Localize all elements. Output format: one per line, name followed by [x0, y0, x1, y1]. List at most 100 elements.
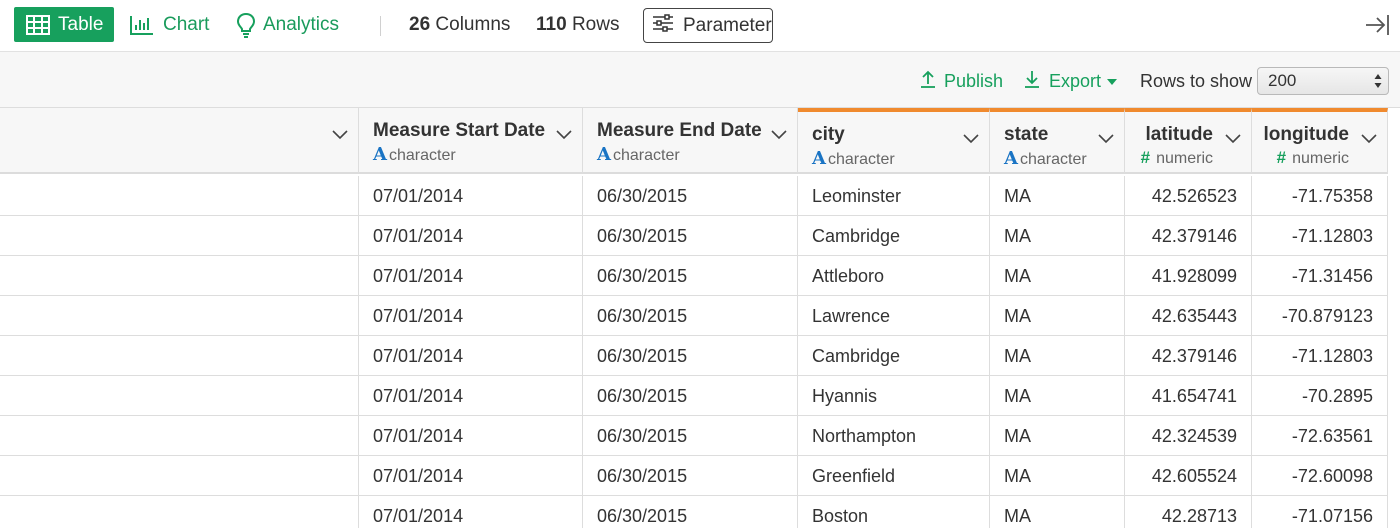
- column-menu-chevron-icon[interactable]: [332, 124, 348, 145]
- column-header[interactable]: city Acharacter: [798, 108, 990, 174]
- table-cell[interactable]: -70.2895: [1252, 376, 1388, 416]
- table-cell[interactable]: [0, 456, 359, 496]
- download-icon: [1024, 70, 1040, 93]
- chart-view-button[interactable]: Chart: [130, 7, 209, 42]
- table-cell[interactable]: Leominster: [798, 176, 990, 216]
- table-cell[interactable]: Cambridge: [798, 336, 990, 376]
- column-name: Measure End Date: [597, 120, 762, 141]
- table-cell[interactable]: 06/30/2015: [583, 416, 798, 456]
- table-cell[interactable]: Greenfield: [798, 456, 990, 496]
- select-arrows-icon: [1374, 74, 1382, 88]
- column-menu-chevron-icon[interactable]: [556, 124, 572, 145]
- table-cell[interactable]: -71.31456: [1252, 256, 1388, 296]
- character-type-icon: A: [1004, 148, 1018, 169]
- table-cell[interactable]: [0, 176, 359, 216]
- table-cell[interactable]: Cambridge: [798, 216, 990, 256]
- table-cell[interactable]: MA: [990, 336, 1125, 376]
- table-cell[interactable]: 06/30/2015: [583, 496, 798, 528]
- export-label: Export: [1049, 71, 1102, 91]
- column-menu-chevron-icon[interactable]: [1361, 128, 1377, 149]
- table-cell[interactable]: [0, 496, 359, 528]
- column-header[interactable]: longitude # numeric: [1252, 108, 1388, 174]
- table-cell[interactable]: [0, 376, 359, 416]
- table-cell[interactable]: 07/01/2014: [359, 216, 583, 256]
- bar-chart-icon: [130, 15, 154, 35]
- table-cell[interactable]: MA: [990, 176, 1125, 216]
- table-cell[interactable]: -71.12803: [1252, 336, 1388, 376]
- column-menu-chevron-icon[interactable]: [771, 124, 787, 145]
- rows-count: 110 Rows: [536, 14, 620, 35]
- table-cell[interactable]: 06/30/2015: [583, 216, 798, 256]
- table-cell[interactable]: 06/30/2015: [583, 456, 798, 496]
- column-menu-chevron-icon[interactable]: [1225, 128, 1241, 149]
- table-cell[interactable]: 07/01/2014: [359, 376, 583, 416]
- table-cell[interactable]: [0, 416, 359, 456]
- table-cell[interactable]: 07/01/2014: [359, 336, 583, 376]
- table-cell[interactable]: MA: [990, 256, 1125, 296]
- table-cell[interactable]: 06/30/2015: [583, 336, 798, 376]
- table-cell[interactable]: 42.324539: [1125, 416, 1252, 456]
- table-cell[interactable]: Northampton: [798, 416, 990, 456]
- column-type-label: numeric: [1156, 150, 1213, 167]
- table-cell[interactable]: MA: [990, 456, 1125, 496]
- table-cell[interactable]: 06/30/2015: [583, 256, 798, 296]
- table-cell[interactable]: [0, 296, 359, 336]
- table-cell[interactable]: 06/30/2015: [583, 296, 798, 336]
- table-cell[interactable]: -71.75358: [1252, 176, 1388, 216]
- table-cell[interactable]: Hyannis: [798, 376, 990, 416]
- table-cell[interactable]: 07/01/2014: [359, 256, 583, 296]
- chart-view-label: Chart: [163, 13, 210, 35]
- character-type-icon: A: [597, 144, 611, 165]
- table-cell[interactable]: 07/01/2014: [359, 416, 583, 456]
- caret-down-icon: [1107, 78, 1118, 85]
- table-cell[interactable]: 42.28713: [1125, 496, 1252, 528]
- column-menu-chevron-icon[interactable]: [963, 128, 979, 149]
- table-cell[interactable]: MA: [990, 296, 1125, 336]
- column-header[interactable]: Measure Start Date Acharacter: [359, 108, 583, 174]
- table-cell[interactable]: 07/01/2014: [359, 456, 583, 496]
- rows-to-show-label: Rows to show: [1140, 71, 1253, 91]
- column-header[interactable]: [0, 108, 359, 174]
- table-cell[interactable]: 42.379146: [1125, 216, 1252, 256]
- table-cell[interactable]: [0, 216, 359, 256]
- table-cell[interactable]: 07/01/2014: [359, 496, 583, 528]
- top-bar: Table Chart Analytics 26 Columns 110 Row…: [0, 0, 1400, 52]
- table-cell[interactable]: 41.654741: [1125, 376, 1252, 416]
- table-cell[interactable]: Attleboro: [798, 256, 990, 296]
- table-cell[interactable]: 06/30/2015: [583, 376, 798, 416]
- publish-button[interactable]: Publish: [920, 70, 1003, 93]
- analytics-view-button[interactable]: Analytics: [236, 7, 339, 42]
- export-button[interactable]: Export: [1024, 70, 1118, 93]
- table-cell[interactable]: -71.12803: [1252, 216, 1388, 256]
- table-cell[interactable]: 41.928099: [1125, 256, 1252, 296]
- table-cell[interactable]: [0, 336, 359, 376]
- parameter-button[interactable]: Parameter: [643, 8, 773, 43]
- table-cell[interactable]: [0, 256, 359, 296]
- table-cell[interactable]: MA: [990, 216, 1125, 256]
- table-cell[interactable]: MA: [990, 416, 1125, 456]
- column-menu-chevron-icon[interactable]: [1098, 128, 1114, 149]
- table-cell[interactable]: -70.879123: [1252, 296, 1388, 336]
- table-cell[interactable]: -72.60098: [1252, 456, 1388, 496]
- table-cell[interactable]: 42.379146: [1125, 336, 1252, 376]
- table-cell[interactable]: MA: [990, 376, 1125, 416]
- table-cell[interactable]: Lawrence: [798, 296, 990, 336]
- table-cell[interactable]: MA: [990, 496, 1125, 528]
- table-cell[interactable]: 42.526523: [1125, 176, 1252, 216]
- table-cell[interactable]: 07/01/2014: [359, 296, 583, 336]
- table-cell[interactable]: -71.07156: [1252, 496, 1388, 528]
- column-header[interactable]: state Acharacter: [990, 108, 1125, 174]
- table-cell[interactable]: 42.605524: [1125, 456, 1252, 496]
- table-cell[interactable]: 07/01/2014: [359, 176, 583, 216]
- column-header[interactable]: latitude # numeric: [1125, 108, 1252, 174]
- rows-to-show-select[interactable]: 200: [1257, 67, 1389, 95]
- column-type-label: character: [388, 147, 456, 164]
- table-view-button[interactable]: Table: [14, 7, 114, 42]
- table-cell[interactable]: -72.63561: [1252, 416, 1388, 456]
- table-cell[interactable]: Boston: [798, 496, 990, 528]
- column-header[interactable]: Measure End Date Acharacter: [583, 108, 798, 174]
- table-cell[interactable]: 42.635443: [1125, 296, 1252, 336]
- table-cell[interactable]: 06/30/2015: [583, 176, 798, 216]
- collapse-panel-icon[interactable]: [1364, 13, 1390, 42]
- publish-label: Publish: [944, 71, 1004, 91]
